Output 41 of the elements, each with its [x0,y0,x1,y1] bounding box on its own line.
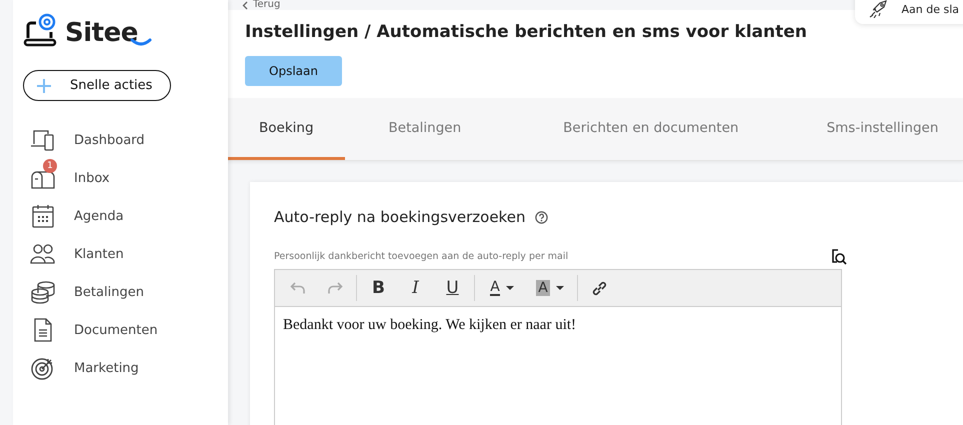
bold-button[interactable]: B [360,273,397,303]
notification-popup[interactable]: Aan de sla [855,0,963,24]
redo-icon [326,281,342,295]
tab[interactable]: Berichten en documenten [532,98,770,160]
quick-actions-button[interactable]: Snelle acties [23,70,171,101]
underline-button[interactable]: U [434,273,471,303]
link-icon [591,280,608,296]
devices-icon [30,128,56,152]
coins-icon [30,280,56,304]
tab[interactable]: Boeking [228,98,345,160]
save-button[interactable]: Opslaan [245,56,342,86]
editor-text: Bedankt voor uw boeking. We kijken er naar uit! [283,317,578,334]
rich-text-editor[interactable]: B I U A A Bedankt voor uw boeking. We kijken er naar uit! [274,269,842,425]
nav-item[interactable]: Dashboard [23,121,228,159]
back-link[interactable]: Terug [242,0,280,10]
nav-item[interactable]: Klanten [23,235,228,273]
undo-icon [290,281,306,295]
popup-label: Aan de sla [901,2,959,16]
logo-wordmark: Sitee [65,18,138,48]
preview-search-icon[interactable] [830,248,847,265]
people-icon [30,242,56,266]
nav-item[interactable]: Betalingen [23,273,228,311]
nav-item[interactable]: Agenda [23,197,228,235]
laptop-at-icon [23,12,59,48]
highlight-button[interactable]: A [526,273,574,303]
page-title: Instellingen / Automatische berichten en sms voor klanten [245,22,808,42]
nav-item[interactable]: 1 Inbox [23,159,228,197]
italic-button[interactable]: I [397,273,434,303]
plus-icon [36,78,52,94]
nav-item[interactable]: Documenten [23,311,228,349]
chevron-left-icon [242,0,248,10]
help-icon[interactable] [535,210,548,224]
notification-badge: 1 [43,159,57,173]
calendar-icon [30,204,56,228]
section-title: Auto-reply na boekingsverzoeken [274,208,526,226]
tab[interactable]: Sms-instellingen [796,98,963,160]
field-label: Persoonlijk dankbericht toevoegen aan de auto-reply per mail [274,251,568,262]
tab[interactable]: Betalingen [358,98,492,160]
nav-item[interactable]: Marketing [23,349,228,387]
rocket-icon [869,0,890,18]
text-color-button[interactable]: A [478,273,526,303]
